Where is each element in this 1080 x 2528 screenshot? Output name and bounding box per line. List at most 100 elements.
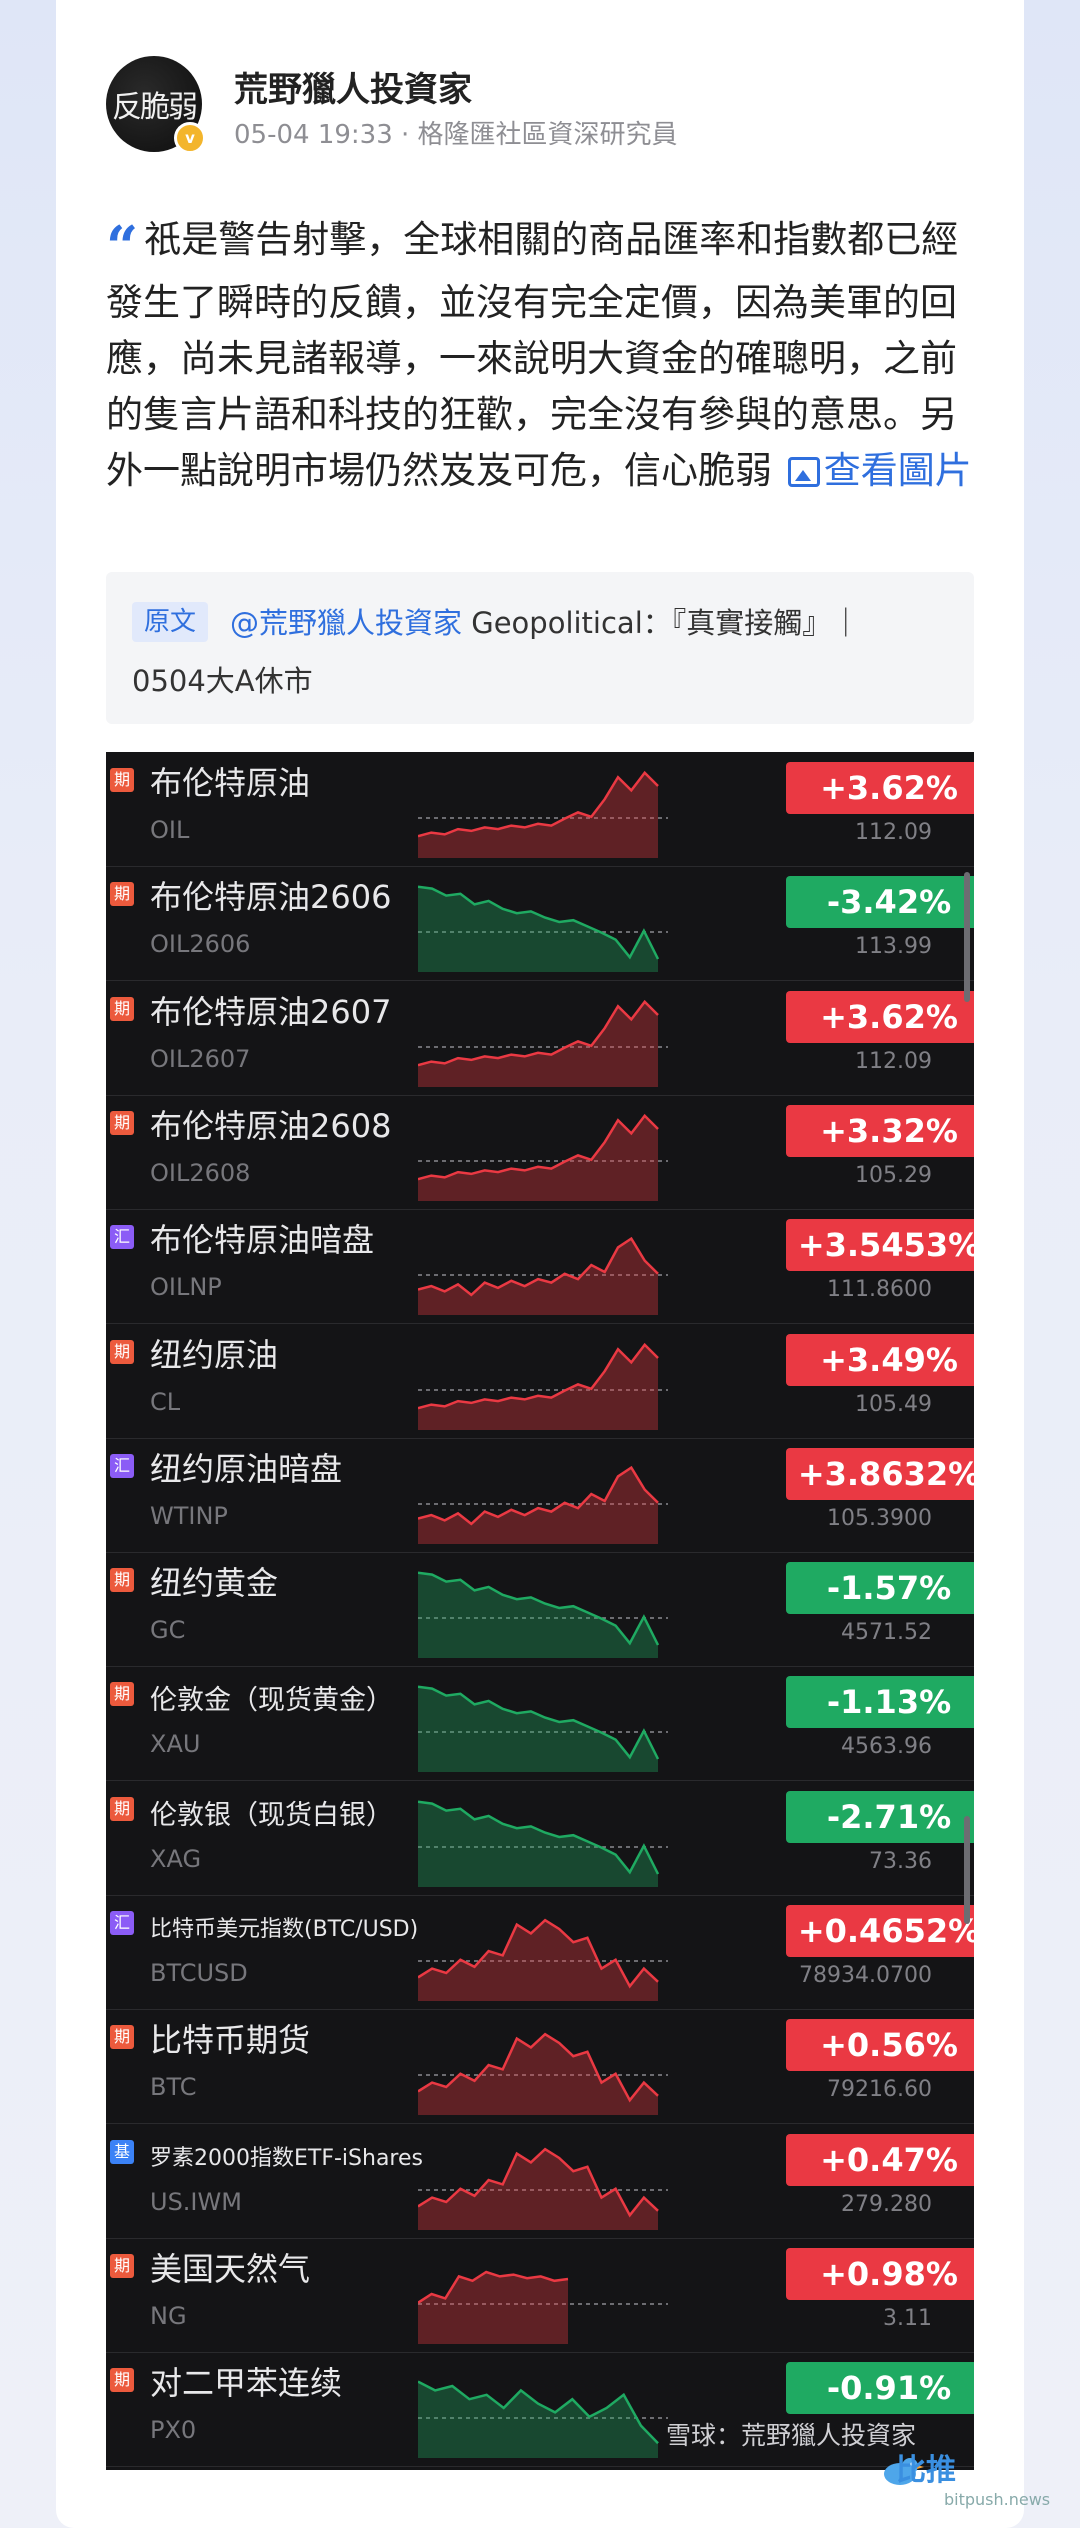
change-percent-badge[interactable]: +0.98% <box>786 2247 974 2300</box>
instrument-code: XAU <box>150 1730 201 1759</box>
sparkline-chart <box>418 1465 668 1544</box>
quote-row[interactable]: 期布伦特原油2607 OIL2607 +3.62% 112.09 <box>106 981 974 1096</box>
instrument-name: 比特币美元指数(BTC/USD) <box>150 1917 419 1942</box>
scrollbar-thumb-secondary[interactable] <box>964 1816 970 1924</box>
instrument-code: WTINP <box>150 1501 228 1530</box>
market-tag: 期 <box>110 768 134 792</box>
instrument-code: OIL2606 <box>150 930 251 959</box>
market-tag: 期 <box>110 2253 134 2278</box>
instrument-code: BTC <box>150 2073 197 2102</box>
original-post-reference[interactable]: 原文 @荒野獵人投資家 Geopolitical：『真實接觸』｜ 0504大A休… <box>106 572 974 724</box>
view-image-link[interactable]: 查看圖片 <box>784 449 972 492</box>
quote-row[interactable]: 期美国天然气 NG +0.98% 3.11 <box>106 2238 974 2353</box>
market-tag: 汇 <box>110 1225 134 1250</box>
instrument-code: US.IWM <box>150 2187 242 2216</box>
instrument-name: 纽约黄金 <box>150 1564 279 1603</box>
sparkline-chart <box>418 1918 668 2001</box>
view-image-label: 查看圖片 <box>823 449 972 492</box>
quote-list-screenshot[interactable]: 期对二甲苯连续 PX0 -0.91% 期美国天然气 NG +0.98% 3.11 基罗素200… <box>106 752 974 2470</box>
original-mention[interactable]: @荒野獵人投資家 <box>230 606 462 640</box>
market-tag: 基 <box>110 2139 134 2164</box>
change-percent-badge[interactable]: +3.8632% <box>786 1447 974 1500</box>
market-tag: 期 <box>110 1110 134 1135</box>
change-percent-badge[interactable]: +3.62% <box>786 990 974 1043</box>
market-tag: 期 <box>110 2368 134 2393</box>
post-body: “祇是警告射擊，全球相關的商品匯率和指數都已經發生了瞬時的反饋，並沒有完全定價，… <box>106 212 976 499</box>
last-price: 105.29 <box>855 1162 932 1188</box>
market-tag: 期 <box>110 2025 134 2050</box>
market-tag: 期 <box>110 1568 134 1593</box>
instrument-code: CL <box>150 1387 181 1416</box>
change-percent-badge[interactable]: -1.57% <box>786 1562 974 1615</box>
quote-row[interactable]: 汇比特币美元指数(BTC/USD) BTCUSD +0.4652% 78934.070… <box>106 1895 974 2010</box>
quote-row[interactable]: 期布伦特原油 OIL +3.62% 112.09 <box>106 752 974 867</box>
instrument-code: GC <box>150 1616 186 1645</box>
image-icon <box>787 457 820 487</box>
avatar-text: 反脆弱 <box>112 90 198 125</box>
sparkline-chart <box>418 2380 668 2459</box>
instrument-name: 布伦特原油2606 <box>150 878 392 917</box>
scrollbar-thumb[interactable] <box>964 872 970 1002</box>
change-percent-badge[interactable]: +3.49% <box>786 1333 974 1386</box>
last-price: 113.99 <box>855 934 932 960</box>
last-price: 3.11 <box>883 2305 932 2331</box>
quote-row[interactable]: 期纽约黄金 GC -1.57% 4571.52 <box>106 1552 974 1668</box>
post-meta: 05-04 19:33 · 格隆匯社區資深研究員 <box>234 114 678 151</box>
sparkline-chart <box>418 770 668 858</box>
verified-badge-icon: v <box>174 122 206 154</box>
market-tag: 汇 <box>110 1453 134 1478</box>
market-tag: 期 <box>110 1796 134 1821</box>
author-name[interactable]: 荒野獵人投資家 <box>234 62 472 111</box>
quote-row[interactable]: 期比特币期货 BTC +0.56% 79216.60 <box>106 2009 974 2125</box>
quote-row[interactable]: 期伦敦金（现货黄金） XAU -1.13% 4563.96 <box>106 1666 974 1782</box>
last-price: 4563.96 <box>841 1734 932 1760</box>
instrument-name: 伦敦银（现货白银） <box>150 1799 393 1831</box>
change-percent-badge[interactable]: -1.13% <box>786 1676 974 1729</box>
last-price: 105.3900 <box>827 1505 932 1531</box>
quote-row[interactable]: 期纽约原油 CL +3.49% 105.49 <box>106 1324 974 1439</box>
instrument-name: 比特币期货 <box>150 2021 311 2060</box>
market-tag: 汇 <box>110 1911 134 1935</box>
change-percent-badge[interactable]: +3.62% <box>786 762 974 814</box>
change-percent-badge[interactable]: +3.32% <box>786 1104 974 1157</box>
market-tag: 期 <box>110 996 134 1021</box>
quote-row[interactable]: 基罗素2000指数ETF-iShares US.IWM +0.47% 279.280 <box>106 2124 974 2239</box>
quote-row[interactable]: 期布伦特原油2608 OIL2608 +3.32% 105.29 <box>106 1095 974 1210</box>
instrument-name: 美国天然气 <box>150 2249 311 2288</box>
quote-row[interactable]: 汇纽约原油暗盘 WTINP +3.8632% 105.3900 <box>106 1438 974 1553</box>
change-percent-badge[interactable]: +0.47% <box>786 2133 974 2186</box>
sparkline-chart <box>418 1342 668 1430</box>
instrument-code: OIL <box>150 816 190 844</box>
instrument-name: 对二甲苯连续 <box>150 2364 343 2403</box>
last-price: 4571.52 <box>841 1620 932 1646</box>
watermark: 雪球：荒野獵人投資家 <box>666 2421 917 2450</box>
last-price: 79216.60 <box>827 2077 932 2103</box>
instrument-code: OILNP <box>150 1273 222 1302</box>
change-percent-badge[interactable]: -2.71% <box>786 1790 974 1843</box>
author-title: 格隆匯社區資深研究員 <box>417 120 678 150</box>
quote-row[interactable]: 期伦敦银（现货白银） XAG -2.71% 73.36 <box>106 1781 974 1896</box>
instrument-name: 纽约原油暗盘 <box>150 1449 343 1488</box>
instrument-code: OIL2608 <box>150 1158 251 1187</box>
instrument-name: 布伦特原油暗盘 <box>150 1221 375 1260</box>
post-timestamp: 05-04 19:33 <box>234 120 393 150</box>
sparkline-chart <box>418 885 668 973</box>
site-url: bitpush.news <box>944 2490 1051 2509</box>
quote-row[interactable]: 汇布伦特原油暗盘 OILNP +3.5453% 111.8600 <box>106 1209 974 1325</box>
change-percent-badge[interactable]: +0.4652% <box>786 1905 974 1957</box>
site-brand: 比推 <box>896 2453 956 2488</box>
change-percent-badge[interactable]: +0.56% <box>786 2019 974 2072</box>
last-price: 111.8600 <box>827 1277 932 1303</box>
sparkline-chart <box>418 999 668 1087</box>
original-tag: 原文 <box>132 602 209 642</box>
original-title-line: @荒野獵人投資家 Geopolitical：『真實接觸』｜ <box>230 600 860 642</box>
change-percent-badge[interactable]: -3.42% <box>786 876 974 929</box>
last-price: 105.49 <box>855 1391 932 1417</box>
change-percent-badge[interactable]: +3.5453% <box>786 1219 974 1272</box>
instrument-code: NG <box>150 2301 187 2330</box>
quote-row[interactable]: 期布伦特原油2606 OIL2606 -3.42% 113.99 <box>106 866 974 982</box>
quote-icon: “ <box>106 214 139 280</box>
change-percent-badge[interactable]: -0.91% <box>786 2362 974 2415</box>
sparkline-chart <box>418 1685 668 1773</box>
sparkline-chart <box>418 1237 668 1316</box>
